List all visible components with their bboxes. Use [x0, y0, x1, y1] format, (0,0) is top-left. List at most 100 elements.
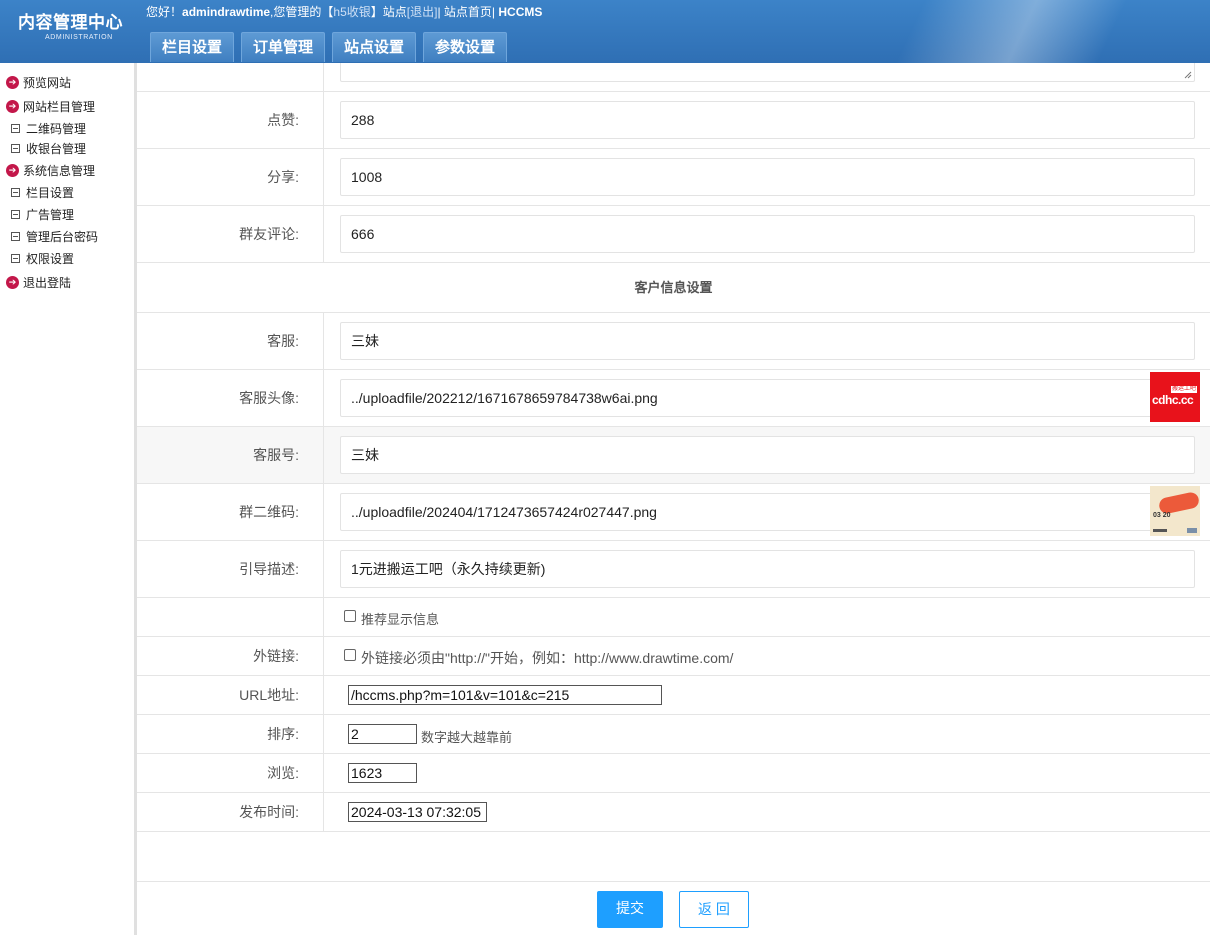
tab-column-settings[interactable]: 栏目设置: [150, 32, 235, 62]
site-name-link[interactable]: h5收银: [333, 5, 370, 19]
tab-order-management[interactable]: 订单管理: [241, 32, 326, 62]
sidebar-item-label: 管理后台密码: [26, 229, 99, 244]
avatar-label: 客服头像:: [137, 370, 324, 426]
sidebar-item-ad-management[interactable]: 广告管理: [6, 206, 74, 222]
sidebar-item-qr-management[interactable]: 二维码管理: [6, 120, 86, 136]
form-row-external: 外链接: 外链接必须由"http://"开始，例如：http://www.dra…: [137, 637, 1210, 676]
comments-input[interactable]: 666: [340, 215, 1195, 253]
arrow-circle-icon: ➔: [6, 99, 19, 113]
back-button[interactable]: 返 回: [679, 891, 749, 928]
service-id-input[interactable]: 三妹: [340, 436, 1195, 474]
avatar-thumbnail: 搬运工吧 cdhc.cc: [1150, 372, 1200, 422]
avatar-thumb-badge: 搬运工吧: [1170, 386, 1197, 393]
logo: 内容管理中心 ADMINISTRATION: [0, 0, 135, 63]
managing-text: ,您管理的【: [270, 5, 334, 19]
sidebar-item-label: 栏目设置: [26, 185, 75, 200]
header: 内容管理中心 ADMINISTRATION 您好！admindrawtime,您…: [0, 0, 1210, 63]
form-row-service-id: 客服号: 三妹: [137, 427, 1210, 484]
section-header-row: 客户信息设置: [137, 263, 1210, 313]
likes-label: 点赞:: [137, 92, 324, 148]
sidebar-item-system-info[interactable]: ➔ 系统信息管理: [6, 162, 95, 178]
sort-hint: 数字越大越靠前: [421, 730, 513, 745]
form-row-empty: [137, 832, 1210, 882]
publish-time-input[interactable]: 2024-03-13 07:32:05: [348, 802, 487, 822]
top-info-bar: 您好！admindrawtime,您管理的【h5收银】站点[退出]| 站点首页|…: [146, 3, 542, 20]
sidebar-item-cashier-management[interactable]: 收银台管理: [6, 140, 86, 156]
service-id-label: 客服号:: [137, 427, 324, 483]
comments-label: 群友评论:: [137, 206, 324, 262]
sidebar-item-label: 二维码管理: [26, 121, 87, 136]
submit-button[interactable]: 提交: [597, 891, 663, 928]
sidebar-item-admin-password[interactable]: 管理后台密码: [6, 228, 98, 244]
sidebar-item-label: 收银台管理: [26, 141, 87, 156]
url-input[interactable]: /hccms.php?m=101&v=101&c=215: [348, 685, 662, 705]
resize-handle-icon[interactable]: [1184, 71, 1192, 79]
group-qr-input[interactable]: ../uploadfile/202404/1712473657424r02744…: [340, 493, 1195, 531]
sidebar-item-label: 权限设置: [26, 251, 75, 266]
form-row-service: 客服: 三妹: [137, 313, 1210, 370]
arrow-circle-icon: ➔: [6, 275, 19, 289]
tab-parameter-settings[interactable]: 参数设置: [423, 32, 508, 62]
header-decoration: [790, 0, 1210, 63]
external-label: 外链接:: [137, 637, 324, 675]
shares-input[interactable]: 1008: [340, 158, 1195, 196]
views-input[interactable]: 1623: [348, 763, 417, 783]
likes-input[interactable]: 288: [340, 101, 1195, 139]
qr-thumb-decoration: [1153, 529, 1167, 532]
sidebar-item-logout[interactable]: ➔ 退出登陆: [6, 274, 71, 290]
form-row-avatar: 客服头像: ../uploadfile/202212/1671678659784…: [137, 370, 1210, 427]
main-form: 点赞: 288 分享: 1008 群友评论: 666 客户信息设置 客服: 三妹…: [137, 63, 1210, 935]
sidebar-item-label: 广告管理: [26, 207, 75, 222]
app-subtitle: ADMINISTRATION: [45, 34, 113, 41]
form-label: [137, 598, 324, 636]
form-row-comments: 群友评论: 666: [137, 206, 1210, 263]
url-label: URL地址:: [137, 676, 324, 714]
site-home-link[interactable]: 站点首页: [444, 5, 492, 19]
site-suffix: 】站点: [370, 5, 407, 19]
form-row-guide: 引导描述: 1元进搬运工吧（永久持续更新): [137, 541, 1210, 598]
recommend-checkbox[interactable]: [344, 610, 356, 622]
sidebar-item-column-management[interactable]: ➔ 网站栏目管理: [6, 98, 95, 114]
section-title: 客户信息设置: [634, 280, 713, 295]
sidebar-item-label: 预览网站: [23, 75, 72, 90]
sidebar-item-label: 系统信息管理: [23, 163, 96, 178]
external-link-hint: 外链接必须由"http://"开始，例如：http://www.drawtime…: [361, 650, 734, 666]
form-row-publish: 发布时间: 2024-03-13 07:32:05: [137, 793, 1210, 832]
form-row-likes: 点赞: 288: [137, 92, 1210, 149]
form-row-url: URL地址: /hccms.php?m=101&v=101&c=215: [137, 676, 1210, 715]
sidebar-item-permissions[interactable]: 权限设置: [6, 250, 74, 266]
qr-thumbnail: 03 20: [1150, 486, 1201, 536]
sort-input[interactable]: 2: [348, 724, 417, 744]
guide-label: 引导描述:: [137, 541, 324, 597]
description-textarea[interactable]: [340, 63, 1195, 82]
sidebar-item-label: 网站栏目管理: [23, 99, 96, 114]
qr-thumb-text: 03 20: [1153, 512, 1171, 519]
separator: |: [437, 5, 441, 19]
tab-site-settings[interactable]: 站点设置: [332, 32, 417, 62]
avatar-input[interactable]: ../uploadfile/202212/1671678659784738w6a…: [340, 379, 1195, 417]
logout-link[interactable]: [退出]: [407, 5, 438, 19]
publish-label: 发布时间:: [137, 793, 324, 831]
avatar-thumb-text: cdhc.cc: [1152, 393, 1194, 407]
brand: HCCMS: [498, 5, 543, 19]
external-link-checkbox[interactable]: [344, 649, 356, 661]
group-qr-label: 群二维码:: [137, 484, 324, 540]
sidebar-item-column-settings[interactable]: 栏目设置: [6, 184, 74, 200]
form-row-shares: 分享: 1008: [137, 149, 1210, 206]
guide-input[interactable]: 1元进搬运工吧（永久持续更新): [340, 550, 1195, 588]
sidebar: ➔ 预览网站 ➔ 网站栏目管理 二维码管理 收银台管理 ➔ 系统信息管理 栏目设置 广…: [0, 63, 137, 935]
app-title: 内容管理中心: [18, 13, 123, 32]
collapse-icon: [11, 231, 20, 241]
separator: |: [491, 5, 496, 19]
collapse-icon: [11, 143, 20, 153]
username: admindrawtime: [182, 5, 271, 19]
service-input[interactable]: 三妹: [340, 322, 1195, 360]
sort-label: 排序:: [137, 715, 324, 753]
collapse-icon: [11, 123, 20, 133]
sidebar-item-preview-site[interactable]: ➔ 预览网站: [6, 74, 71, 90]
service-label: 客服:: [137, 313, 324, 369]
form-row-group-qr: 群二维码: ../uploadfile/202404/1712473657424…: [137, 484, 1210, 541]
form-label: [137, 63, 324, 91]
qr-thumb-decoration: [1187, 528, 1197, 533]
greeting: 您好！: [146, 5, 183, 19]
